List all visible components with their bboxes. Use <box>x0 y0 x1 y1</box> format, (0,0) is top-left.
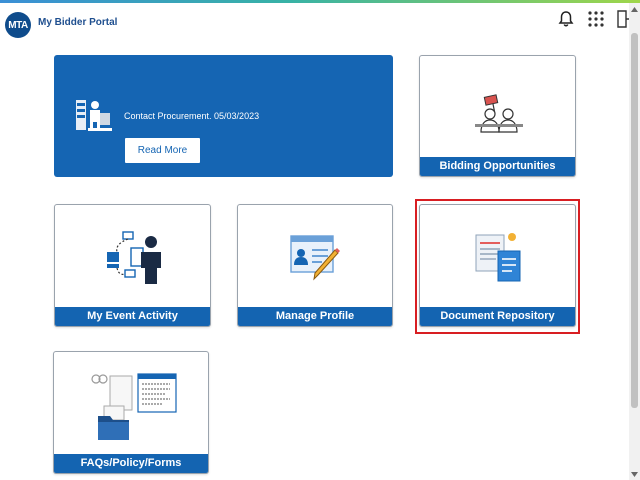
tile-faqs-policy-forms[interactable]: FAQs/Policy/Forms <box>53 351 209 474</box>
vertical-scrollbar[interactable] <box>629 3 640 480</box>
tile-label: My Event Activity <box>55 307 210 326</box>
folder-documents-icon <box>76 370 188 447</box>
announcement-banner: Contact Procurement. 05/03/2023 Read Mor… <box>54 55 393 177</box>
document-stack-icon <box>474 231 524 290</box>
announcement-text: Contact Procurement. 05/03/2023 <box>124 111 260 121</box>
mta-logo[interactable]: MTA <box>5 12 31 38</box>
tile-manage-profile[interactable]: Manage Profile <box>237 204 393 327</box>
bidding-people-icon <box>473 94 525 139</box>
scrollbar-thumb[interactable] <box>631 33 638 408</box>
tile-document-repository[interactable]: Document Repository <box>419 204 576 327</box>
profile-card-pencil-icon <box>290 235 342 286</box>
read-more-button[interactable]: Read More <box>124 137 201 164</box>
tile-label: Manage Profile <box>238 307 392 326</box>
bell-icon[interactable] <box>556 9 576 29</box>
tile-bidding-opportunities[interactable]: Bidding Opportunities <box>419 55 576 177</box>
tile-my-event-activity[interactable]: My Event Activity <box>54 204 211 327</box>
scroll-down-arrow-icon[interactable] <box>629 468 640 480</box>
tile-label: Document Repository <box>420 307 575 326</box>
event-workflow-icon <box>105 230 163 291</box>
scroll-up-arrow-icon[interactable] <box>629 3 640 15</box>
tile-label: Bidding Opportunities <box>420 157 575 176</box>
apps-grid-icon[interactable] <box>586 9 606 29</box>
tile-label: FAQs/Policy/Forms <box>54 454 208 473</box>
office-worker-icon <box>74 97 112 138</box>
app-title[interactable]: My Bidder Portal <box>38 17 117 28</box>
header-bar: MTA My Bidder Portal <box>0 3 634 38</box>
